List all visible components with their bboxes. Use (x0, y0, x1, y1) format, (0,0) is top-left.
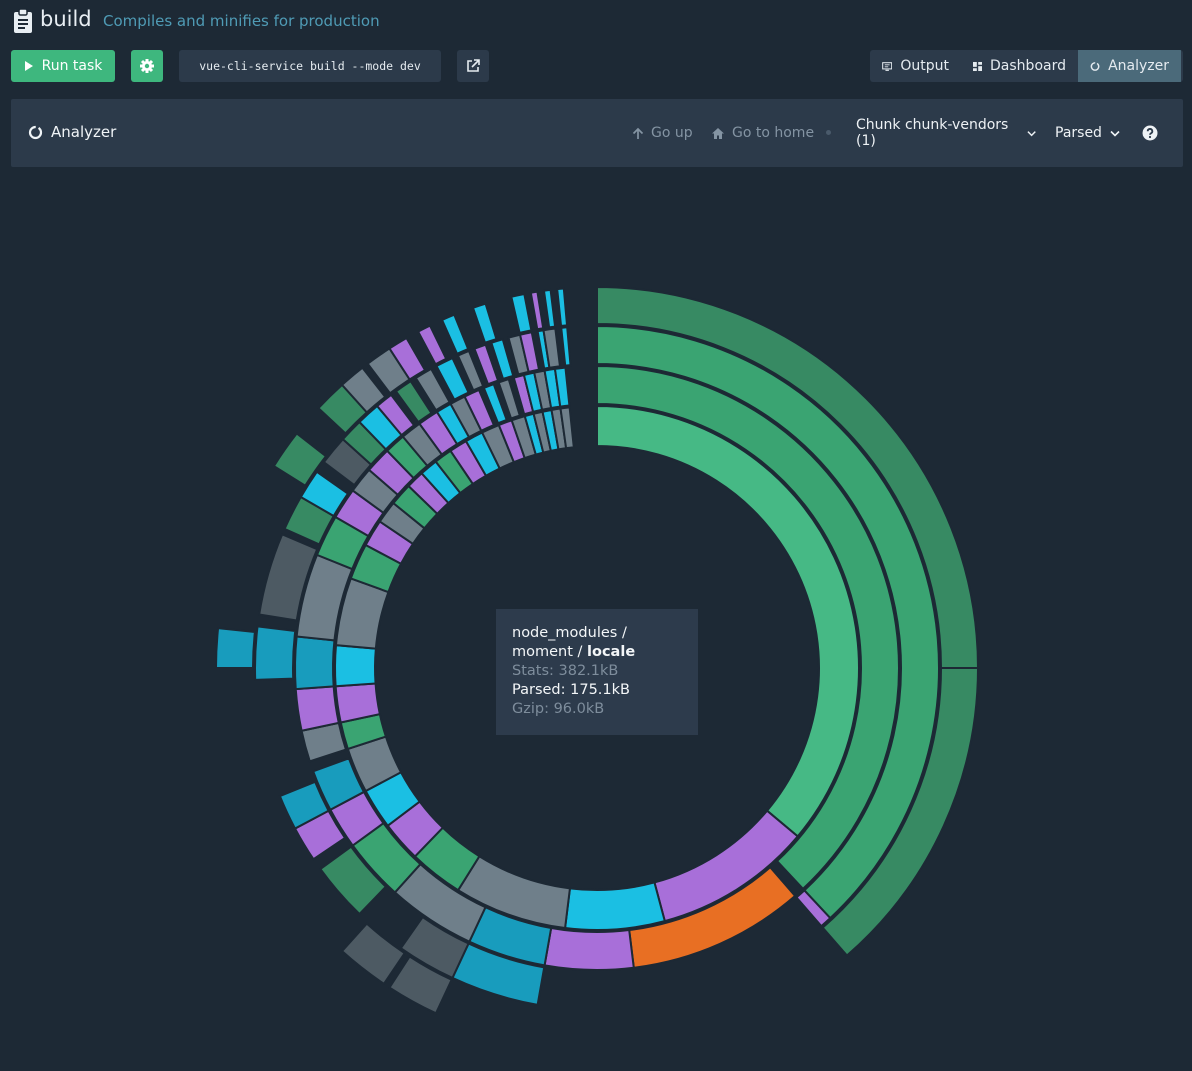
size-type-value: Parsed (1055, 125, 1102, 141)
sunburst-segment[interactable] (416, 324, 448, 366)
sunburst-tooltip: node_modules / moment / locale Stats: 38… (496, 609, 698, 735)
sunburst-segment[interactable] (510, 292, 533, 335)
analyzer-title-label: Analyzer (51, 123, 117, 141)
tooltip-path-current: locale (587, 644, 636, 660)
chunk-select-value: Chunk chunk-vendors (1) (856, 117, 1009, 149)
task-header: build Compiles and minifies for producti… (0, 0, 1192, 42)
sunburst-segment[interactable] (440, 313, 470, 356)
separator-dot (826, 130, 831, 135)
tab-output-label: Output (900, 58, 949, 74)
sunburst-segment[interactable] (542, 288, 557, 329)
home-icon (712, 127, 724, 139)
sunburst-segment[interactable] (560, 326, 572, 367)
tab-dashboard-label: Dashboard (990, 58, 1066, 74)
tab-analyzer-label: Analyzer (1108, 58, 1169, 74)
sunburst-segment[interactable] (334, 644, 377, 688)
external-link-icon (467, 59, 480, 72)
sunburst-segment[interactable] (294, 635, 336, 691)
task-settings-button[interactable] (131, 50, 163, 82)
tab-dashboard[interactable]: Dashboard (961, 50, 1078, 82)
gear-icon (140, 59, 154, 73)
sunburst-segment[interactable] (543, 926, 635, 971)
command-text: vue-cli-service build --mode dev (179, 50, 441, 82)
donut-icon (1090, 61, 1100, 71)
run-task-label: Run task (41, 58, 103, 74)
run-task-button[interactable]: Run task (11, 50, 115, 82)
tab-output[interactable]: Output (870, 50, 961, 82)
tooltip-parsed: Parsed: 175.1kB (512, 682, 630, 698)
chunk-select[interactable]: Chunk chunk-vendors (1) (856, 117, 1036, 149)
sunburst-segment[interactable] (563, 881, 667, 931)
donut-icon (28, 125, 43, 139)
go-up-label: Go up (651, 125, 693, 141)
task-description: Compiles and minifies for production (103, 12, 380, 30)
sunburst-segment[interactable] (294, 685, 340, 732)
analyzer-title: Analyzer (28, 123, 116, 141)
sunburst-segment[interactable] (340, 922, 407, 986)
chevron-down-icon (1027, 130, 1036, 136)
go-home-button[interactable]: Go to home (705, 118, 815, 148)
tooltip-stats: Stats: 382.1kB (512, 663, 619, 679)
go-home-label: Go to home (732, 125, 815, 141)
terminal-icon (882, 61, 893, 71)
sunburst-segment[interactable] (471, 302, 498, 345)
help-icon[interactable] (1142, 125, 1158, 141)
arrow-up-icon (632, 127, 644, 139)
analyzer-toolbar: Analyzer Go up Go to home Chunk chunk-ve… (11, 99, 1183, 167)
tooltip-gzip: Gzip: 96.0kB (512, 701, 605, 717)
clipboard-icon (14, 8, 32, 33)
open-external-button[interactable] (457, 50, 489, 82)
sunburst-segment[interactable] (254, 625, 297, 681)
play-icon (24, 61, 33, 71)
go-up-button[interactable]: Go up (624, 118, 702, 148)
task-name: build (40, 7, 92, 31)
view-tabs: Output Dashboard Analyzer (870, 50, 1183, 82)
tab-analyzer[interactable]: Analyzer (1078, 50, 1181, 82)
task-toolbar: Run task vue-cli-service build --mode de… (0, 50, 1192, 84)
chevron-down-icon (1110, 130, 1120, 137)
sunburst-segment[interactable] (214, 627, 256, 669)
size-type-select[interactable]: Parsed (1055, 118, 1125, 148)
sunburst-segment[interactable] (529, 290, 545, 331)
tooltip-path: node_modules / moment / locale (512, 624, 682, 662)
sunburst-segment[interactable] (556, 287, 569, 327)
dashboard-icon (973, 61, 983, 71)
